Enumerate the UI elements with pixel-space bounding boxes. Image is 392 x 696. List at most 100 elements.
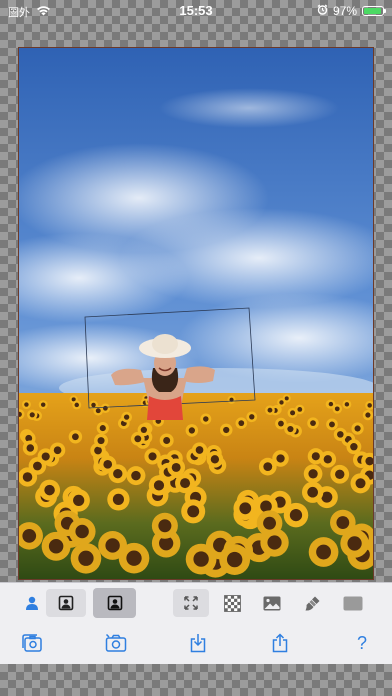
sunflower-center <box>78 550 94 566</box>
checkerboard-background-icon <box>223 594 241 612</box>
bottom-toolbar: ? <box>0 582 392 664</box>
sunflower-center <box>226 551 243 568</box>
sunflower-center <box>187 505 200 518</box>
sunflower-center <box>134 435 142 443</box>
sunflower-center <box>74 402 79 408</box>
battery-fill <box>364 8 382 14</box>
sunflower-center <box>284 396 289 401</box>
status-bar: 圖外 15:53 97% <box>0 0 392 22</box>
sunflower-center <box>223 426 230 434</box>
portrait-frame-button[interactable] <box>46 589 86 617</box>
sunflower-field-photo <box>19 48 373 579</box>
sunflower-center <box>365 412 371 418</box>
sunflower-center <box>210 455 220 464</box>
photo-canvas[interactable] <box>18 47 374 580</box>
sunflower-center <box>163 436 171 444</box>
sunflower-center <box>131 470 141 481</box>
sunflower-center <box>103 459 113 469</box>
sunflower-center <box>95 408 101 414</box>
carrier-label: 圖外 <box>8 7 30 19</box>
sunflower-center <box>347 536 362 551</box>
sunflower-center <box>41 452 50 461</box>
save-download-icon <box>189 633 207 653</box>
camera-icon <box>105 633 127 653</box>
camera-button[interactable] <box>96 629 136 657</box>
sunflower-center <box>278 420 284 427</box>
sunflower-center <box>72 433 79 441</box>
sunflower-center <box>311 452 320 461</box>
checkerboard-background-button[interactable] <box>212 589 252 617</box>
solid-color-background-button[interactable] <box>333 589 373 617</box>
sunflower-center <box>26 444 35 452</box>
sunflower-center <box>40 402 46 407</box>
sunflower-center <box>99 425 106 432</box>
sunflower-center <box>94 446 102 455</box>
help-button[interactable]: ? <box>342 629 382 657</box>
sunflower-center <box>344 402 350 407</box>
portrait-frame-selected-icon <box>107 595 123 611</box>
photo-library-button[interactable] <box>12 629 52 657</box>
wifi-icon <box>36 5 51 19</box>
sunflower-center <box>148 452 157 461</box>
fit-expand-icon <box>183 595 199 611</box>
alarm-icon <box>317 4 328 18</box>
sunflower-center <box>323 455 332 464</box>
help-icon: ? <box>356 632 367 653</box>
photo-library-icon <box>21 633 43 653</box>
checkerboard-footer <box>0 664 392 696</box>
save-download-button[interactable] <box>178 629 218 657</box>
sunflower-center <box>367 403 372 408</box>
sunflower-center <box>355 478 366 489</box>
sunflower-center <box>238 420 245 427</box>
sunflower-center <box>193 551 209 567</box>
sunflower-center <box>267 407 273 413</box>
sunflower-center <box>126 550 142 566</box>
sunflower-center <box>263 516 276 530</box>
portrait-cutout-button[interactable] <box>93 588 136 618</box>
sunflower-center <box>53 446 62 455</box>
fit-expand-button[interactable] <box>173 589 209 617</box>
portrait-frame-icon <box>58 595 74 611</box>
sunflower-center <box>329 421 335 428</box>
sunflower-center <box>337 431 344 438</box>
sunflower-center <box>279 400 284 405</box>
image-background-button[interactable] <box>252 589 292 617</box>
sunflower-center <box>307 486 318 498</box>
sunflower-center <box>75 524 89 539</box>
sunflower-center <box>105 538 120 553</box>
sunflower-center <box>112 493 124 505</box>
sunflower-center <box>158 519 172 533</box>
sunflower-center <box>316 544 332 560</box>
sunflower-center <box>354 425 361 432</box>
share-icon <box>271 633 289 653</box>
sunflower-center <box>328 401 334 407</box>
sunflower-center <box>336 516 350 529</box>
solid-color-background-icon <box>343 596 363 611</box>
paint-brush-button[interactable] <box>292 589 332 617</box>
sunflower-center <box>290 410 296 416</box>
status-left: 圖外 <box>8 4 51 20</box>
share-button[interactable] <box>260 629 300 657</box>
sunflower-center <box>203 416 209 422</box>
sunflower-center <box>239 502 252 515</box>
sunflower-center <box>263 462 273 472</box>
sunflower-center <box>103 405 108 411</box>
sunflower-center <box>267 535 282 550</box>
sunflower-center <box>73 494 85 506</box>
sunflower-center <box>334 406 340 412</box>
sunflower-center <box>276 454 285 463</box>
sunflower-center <box>171 462 181 472</box>
sunflower-center <box>91 402 96 408</box>
sunflower-center <box>97 437 105 445</box>
sunflower-center <box>48 539 64 554</box>
sunflower-center <box>308 469 318 479</box>
sunflower-center <box>287 425 294 433</box>
sunflower-center <box>350 442 358 451</box>
sunflower-center <box>180 478 191 489</box>
battery-percent: 97% <box>332 4 357 18</box>
sunflower-center <box>113 469 123 479</box>
sunflower-center <box>33 461 42 471</box>
sunflower-center <box>44 484 55 496</box>
sunflower-center <box>335 469 345 479</box>
sunflower-center <box>188 427 196 434</box>
